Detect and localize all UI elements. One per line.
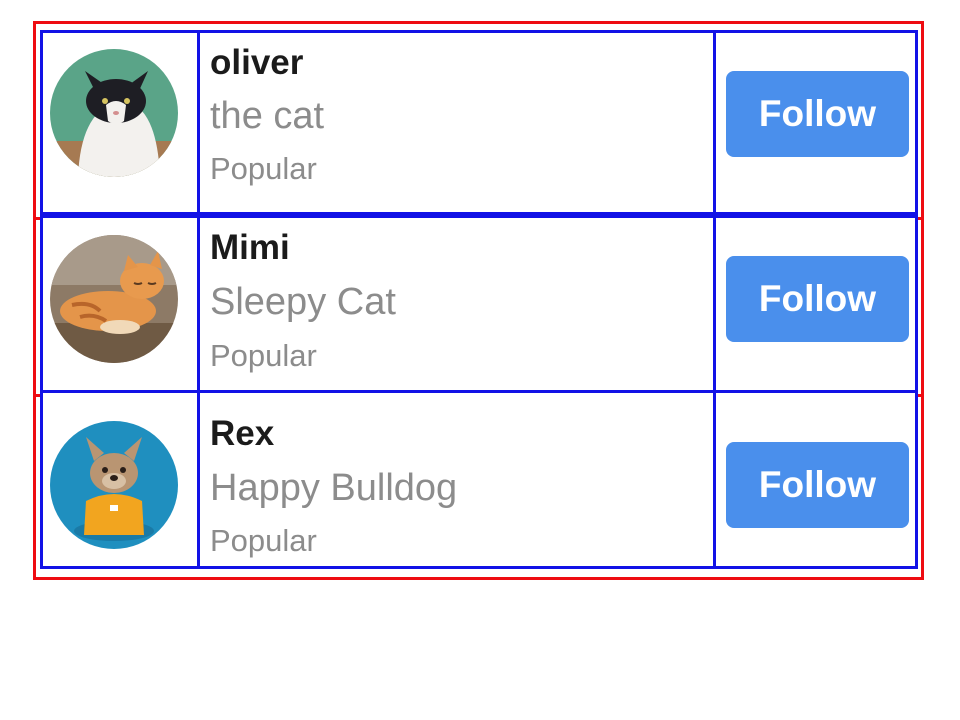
user-name: Mimi [210, 228, 290, 267]
user-subtitle: Sleepy Cat [210, 281, 396, 323]
column-divider [713, 393, 716, 566]
column-divider [713, 33, 716, 212]
user-tag: Popular [210, 523, 317, 558]
tuxedo-cat-avatar [50, 49, 178, 177]
follow-button[interactable]: Follow [726, 442, 909, 528]
user-card-oliver: oliver the cat Popular Follow [40, 30, 918, 215]
orange-tabby-cat-avatar [50, 235, 178, 363]
user-subtitle: the cat [210, 95, 325, 137]
user-tag: Popular [210, 151, 317, 186]
column-divider [197, 33, 200, 212]
user-name: Rex [210, 414, 275, 453]
follow-button[interactable]: Follow [726, 256, 909, 342]
follow-button[interactable]: Follow [726, 71, 909, 157]
user-tag: Popular [210, 338, 317, 373]
column-divider [197, 218, 200, 390]
user-name: oliver [210, 43, 304, 82]
column-divider [713, 218, 716, 390]
french-bulldog-avatar [50, 421, 178, 549]
user-subtitle: Happy Bulldog [210, 467, 458, 509]
column-divider [197, 393, 200, 566]
user-card-rex: Rex Happy Bulldog Popular Follow [40, 390, 918, 569]
user-card-mimi: Mimi Sleepy Cat Popular Follow [40, 215, 918, 393]
